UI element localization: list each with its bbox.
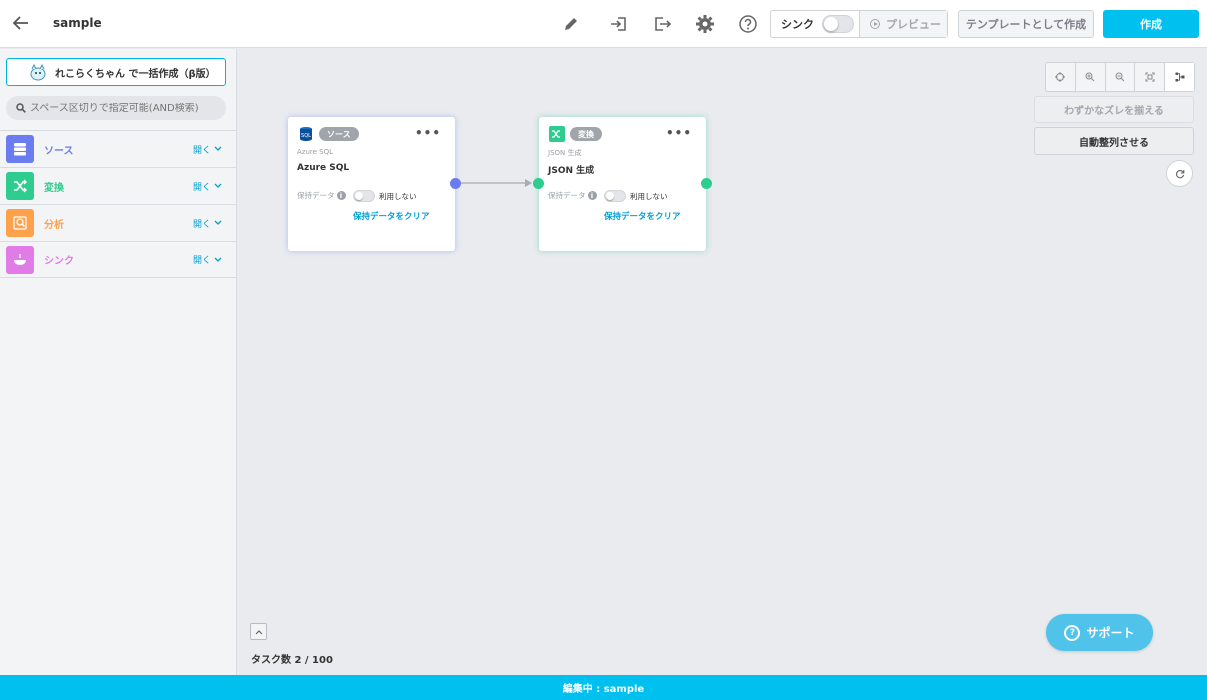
support-label: サポート bbox=[1086, 626, 1135, 640]
task-count: タスク数 2 / 100 bbox=[251, 655, 333, 666]
category-transform[interactable]: 変換 開く bbox=[0, 167, 236, 204]
bulk-create-button[interactable]: れこらくちゃん で一括作成（β版） bbox=[6, 58, 226, 86]
tree-layout-icon[interactable] bbox=[1165, 63, 1194, 91]
input-port[interactable] bbox=[533, 178, 544, 189]
export-icon[interactable] bbox=[650, 12, 674, 36]
fit-view-icon[interactable] bbox=[1135, 63, 1166, 91]
keep-data-text: 保持データ bbox=[548, 191, 586, 200]
chevron-down-icon bbox=[214, 257, 222, 262]
output-port[interactable] bbox=[701, 178, 712, 189]
clear-data-link[interactable]: 保持データをクリア bbox=[353, 210, 430, 222]
expand-label: 開く bbox=[192, 219, 211, 230]
category-label: ソース bbox=[44, 145, 74, 157]
expand-label: 開く bbox=[192, 145, 211, 156]
expand-toggle[interactable]: 開く bbox=[193, 180, 222, 193]
search-icon bbox=[16, 103, 26, 113]
expand-toggle[interactable]: 開く bbox=[193, 143, 222, 156]
keep-data-label: 保持データ i bbox=[548, 190, 597, 201]
sidebar: れこらくちゃん で一括作成（β版） ソース 開く 変換 開く 分析 開く bbox=[0, 49, 237, 675]
bulk-create-label: れこらくちゃん で一括作成（β版） bbox=[55, 68, 216, 80]
save-as-template-button[interactable]: テンプレートとして作成 bbox=[958, 10, 1094, 38]
keep-data-text: 保持データ bbox=[297, 191, 335, 200]
category-list: ソース 開く 変換 開く 分析 開く シンク 開く bbox=[0, 130, 236, 278]
page-title: sample bbox=[53, 16, 102, 30]
analysis-icon bbox=[6, 209, 34, 237]
chevron-up-icon[interactable] bbox=[250, 623, 267, 640]
expand-toggle[interactable]: 開く bbox=[193, 217, 222, 230]
chevron-down-icon bbox=[214, 146, 222, 151]
refresh-icon[interactable] bbox=[1166, 160, 1193, 187]
category-sink[interactable]: シンク 開く bbox=[0, 241, 236, 278]
expand-toggle[interactable]: 開く bbox=[193, 253, 222, 266]
help-icon: ? bbox=[1064, 624, 1081, 641]
status-bar: 編集中 : sample bbox=[0, 675, 1207, 700]
more-menu-icon[interactable]: ••• bbox=[415, 127, 441, 139]
toggle-label: 利用しない bbox=[630, 192, 668, 201]
chevron-down-icon bbox=[214, 183, 222, 188]
support-button[interactable]: ? サポート bbox=[1046, 614, 1153, 651]
sync-preview-group: シンク プレビュー bbox=[770, 10, 948, 38]
play-icon bbox=[870, 19, 880, 29]
center-icon[interactable] bbox=[1046, 63, 1076, 91]
canvas-toolbar bbox=[1045, 62, 1195, 92]
back-arrow-icon[interactable] bbox=[10, 12, 32, 34]
info-icon[interactable]: i bbox=[336, 191, 346, 200]
zoom-out-icon[interactable] bbox=[1106, 63, 1136, 91]
category-analysis[interactable]: 分析 開く bbox=[0, 204, 236, 241]
chevron-down-icon bbox=[214, 220, 222, 225]
keep-data-toggle[interactable] bbox=[353, 190, 375, 202]
category-source[interactable]: ソース 開く bbox=[0, 130, 236, 167]
top-bar: sample シンク プレビュー テンプレートとして作成 作成 bbox=[0, 0, 1207, 48]
preview-label: プレビュー bbox=[886, 18, 941, 31]
pencil-icon[interactable] bbox=[559, 12, 583, 36]
node-type-badge: ソース bbox=[319, 127, 359, 141]
sink-icon bbox=[6, 245, 34, 274]
category-label: 分析 bbox=[44, 219, 64, 231]
info-icon[interactable]: i bbox=[587, 191, 597, 200]
sync-toggle[interactable] bbox=[822, 15, 854, 33]
node-subtitle: JSON 生成 bbox=[548, 149, 582, 157]
preview-button[interactable]: プレビュー bbox=[860, 11, 947, 37]
toggle-knob bbox=[824, 17, 838, 31]
svg-text:SQL: SQL bbox=[301, 133, 311, 139]
keep-data-label: 保持データ i bbox=[297, 190, 346, 201]
toggle-knob bbox=[606, 192, 614, 200]
align-nodes-button[interactable]: わずかなズレを揃える bbox=[1034, 96, 1194, 123]
create-button[interactable]: 作成 bbox=[1103, 10, 1199, 38]
category-label: シンク bbox=[44, 256, 74, 267]
node-type-badge: 変換 bbox=[570, 127, 602, 141]
auto-arrange-button[interactable]: 自動整列させる bbox=[1034, 127, 1194, 155]
sync-label: シンク bbox=[781, 18, 814, 31]
expand-label: 開く bbox=[192, 256, 211, 266]
sync-control: シンク bbox=[771, 11, 860, 37]
toggle-label: 利用しない bbox=[379, 192, 417, 201]
import-icon[interactable] bbox=[607, 12, 631, 36]
search-box bbox=[6, 96, 226, 120]
node-name: Azure SQL bbox=[297, 163, 350, 173]
shuffle-icon bbox=[549, 126, 565, 142]
more-menu-icon[interactable]: ••• bbox=[666, 127, 692, 139]
zoom-in-icon[interactable] bbox=[1076, 63, 1106, 91]
output-port[interactable] bbox=[450, 178, 461, 189]
shuffle-icon bbox=[6, 172, 34, 200]
gear-icon[interactable] bbox=[693, 12, 717, 36]
node-azure-sql[interactable]: SQL ソース ••• Azure SQL Azure SQL 保持データ i 利… bbox=[288, 117, 455, 251]
help-icon[interactable] bbox=[736, 12, 760, 36]
node-subtitle: Azure SQL bbox=[297, 148, 334, 156]
expand-label: 開く bbox=[192, 182, 211, 193]
category-label: 変換 bbox=[44, 182, 64, 194]
azure-sql-icon: SQL bbox=[298, 126, 314, 142]
search-input[interactable] bbox=[30, 102, 210, 114]
database-icon bbox=[6, 135, 34, 163]
clear-data-link[interactable]: 保持データをクリア bbox=[604, 210, 681, 222]
node-name: JSON 生成 bbox=[548, 166, 595, 176]
flow-canvas[interactable]: SQL ソース ••• Azure SQL Azure SQL 保持データ i 利… bbox=[237, 49, 1207, 675]
node-json[interactable]: 変換 ••• JSON 生成 JSON 生成 保持データ i 利用しない 保持デー… bbox=[539, 117, 706, 251]
mascot-icon bbox=[30, 63, 46, 81]
keep-data-toggle[interactable] bbox=[604, 190, 626, 202]
toggle-knob bbox=[355, 192, 363, 200]
